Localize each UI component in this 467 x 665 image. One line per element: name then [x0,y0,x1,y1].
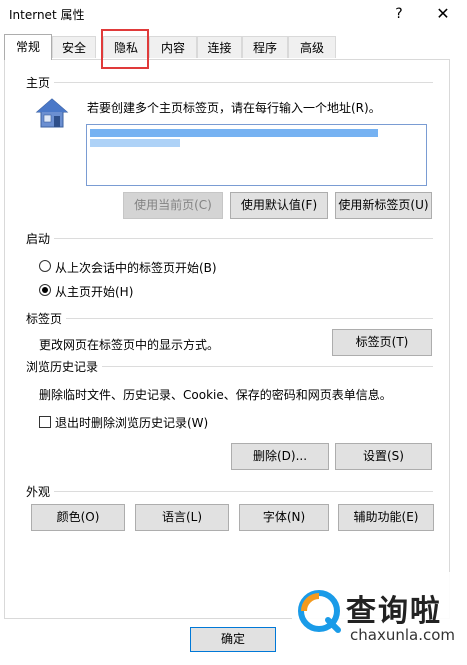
tabs-section-divider [30,318,433,319]
homepage-divider [30,82,433,83]
url-selection-line-1 [90,129,378,137]
use-current-page-button[interactable]: 使用当前页(C) [123,192,223,219]
use-default-button[interactable]: 使用默认值(F) [230,192,328,219]
tab-content[interactable]: 内容 [149,36,197,58]
radio-last-session-label: 从上次会话中的标签页开始(B) [55,261,217,275]
accessibility-button[interactable]: 辅助功能(E) [338,504,434,531]
close-button[interactable]: ✕ [429,3,457,25]
tab-connections[interactable]: 连接 [197,36,242,58]
watermark-url: chaxunla.com [350,626,455,644]
title-bar: Internet 属性 ? ✕ [0,0,467,30]
tab-general[interactable]: 常规 [4,34,52,60]
chaxunla-watermark: 查询啦 chaxunla.com [292,572,467,665]
delete-history-button[interactable]: 删除(D)... [231,443,329,470]
tab-programs[interactable]: 程序 [242,36,288,58]
watermark-name: 查询啦 [346,594,442,629]
url-selection-line-2 [90,139,180,147]
window-title: Internet 属性 [9,8,85,22]
privacy-tab-highlight-box [101,29,149,69]
radio-homepage-label: 从主页开始(H) [55,285,134,299]
homepage-section-title: 主页 [26,74,55,91]
radio-homepage[interactable] [39,284,51,296]
startup-divider [30,238,433,239]
use-new-tab-button[interactable]: 使用新标签页(U) [335,192,432,219]
languages-button[interactable]: 语言(L) [135,504,229,531]
homepage-address-input[interactable] [86,124,427,186]
tabs-settings-button[interactable]: 标签页(T) [332,329,432,356]
radio-last-session[interactable] [39,260,51,272]
history-section-title: 浏览历史记录 [26,358,103,375]
ok-button[interactable]: 确定 [190,627,276,652]
history-settings-button[interactable]: 设置(S) [335,443,432,470]
help-button[interactable]: ? [385,3,413,25]
tabs-section-description: 更改网页在标签页中的显示方式。 [39,338,220,352]
appearance-divider [30,491,433,492]
chaxunla-logo-icon [298,590,341,633]
colors-button[interactable]: 颜色(O) [31,504,125,531]
tabs-section-title: 标签页 [26,310,67,327]
fonts-button[interactable]: 字体(N) [239,504,329,531]
delete-on-exit-checkbox[interactable] [39,416,51,428]
tab-security[interactable]: 安全 [52,36,96,58]
startup-section-title: 启动 [26,230,55,247]
home-icon [35,98,69,128]
appearance-section-title: 外观 [26,483,55,500]
homepage-instruction: 若要创建多个主页标签页，请在每行输入一个地址(R)。 [87,101,381,115]
delete-on-exit-label: 退出时删除浏览历史记录(W) [55,416,209,430]
history-description: 删除临时文件、历史记录、Cookie、保存的密码和网页表单信息。 [39,388,392,402]
tab-advanced[interactable]: 高级 [288,36,336,58]
